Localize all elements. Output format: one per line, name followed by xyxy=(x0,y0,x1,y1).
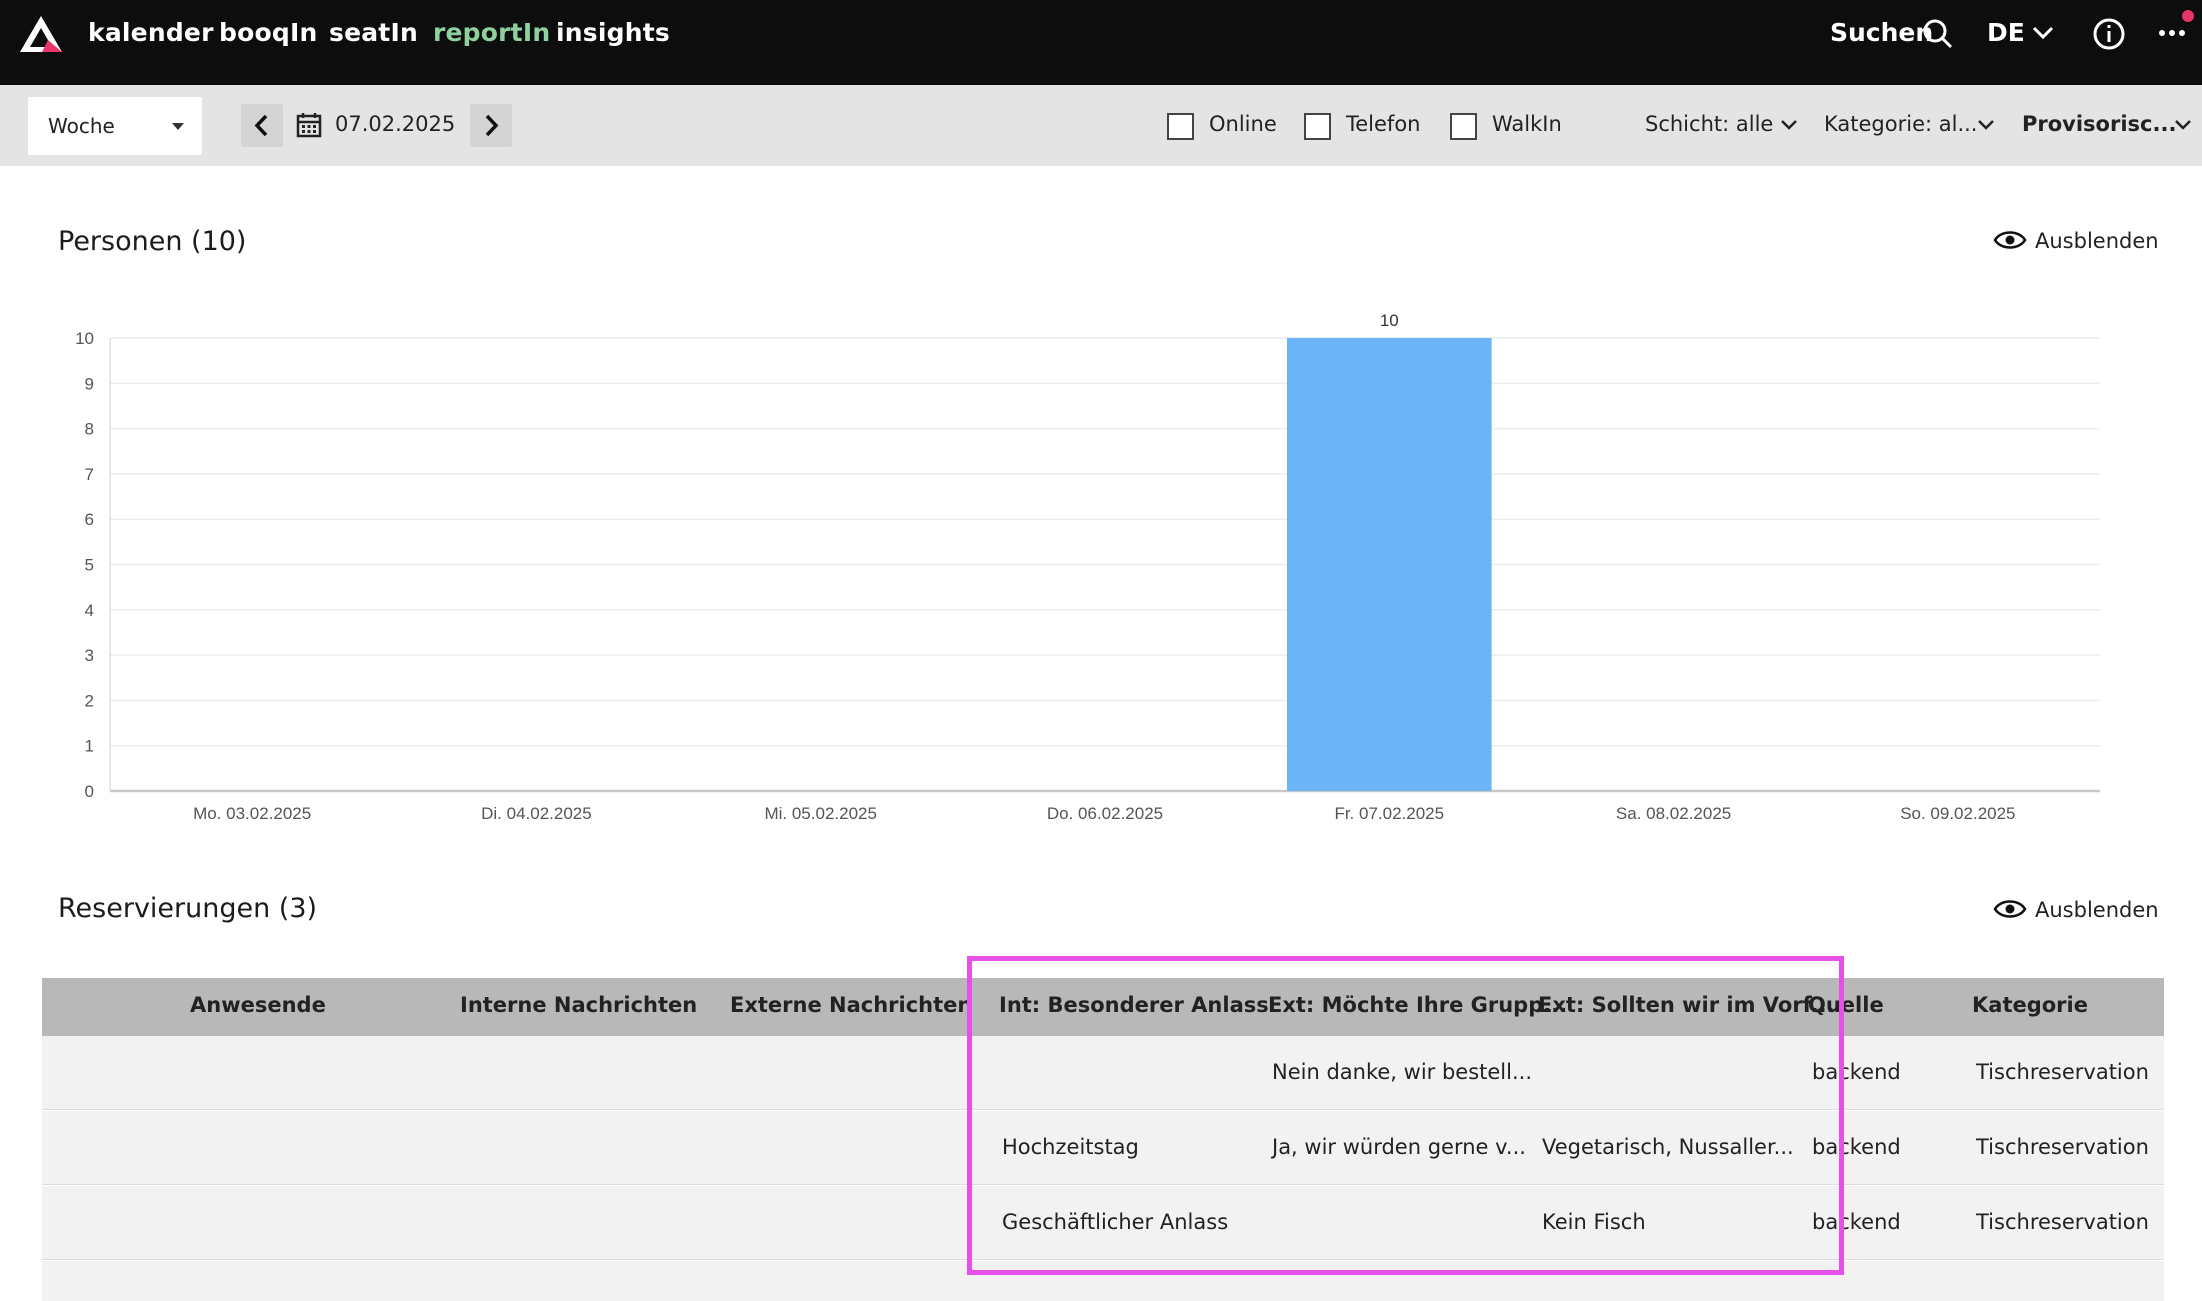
info-icon[interactable] xyxy=(2092,17,2126,51)
period-select[interactable]: Woche xyxy=(28,97,202,155)
y-tick-label: 9 xyxy=(85,374,94,393)
column-header-category[interactable]: Kategorie xyxy=(1972,993,2088,1017)
x-tick-label: Mi. 05.02.2025 xyxy=(764,804,876,823)
chevron-down-icon[interactable] xyxy=(2174,119,2192,131)
y-tick-label: 3 xyxy=(85,646,94,665)
column-header-internal-messages[interactable]: Interne Nachrichten xyxy=(460,993,697,1017)
telefon-checkbox[interactable] xyxy=(1304,113,1331,140)
column-header-anwesende[interactable]: Anwesende xyxy=(190,993,326,1017)
eye-icon[interactable] xyxy=(1993,897,2027,921)
y-tick-label: 1 xyxy=(85,737,94,756)
category-filter[interactable]: Kategorie: al... xyxy=(1824,112,1977,136)
chevron-down-icon[interactable] xyxy=(2032,26,2054,40)
current-date[interactable]: 07.02.2025 xyxy=(335,112,455,136)
status-filter[interactable]: Provisorisc... xyxy=(2022,112,2176,136)
next-period-button[interactable] xyxy=(470,104,512,147)
language-selector[interactable]: DE xyxy=(1987,18,2025,47)
x-tick-label: So. 09.02.2025 xyxy=(1900,804,2015,823)
filter-toolbar: Woche 07.02.2025 Online Telefon WalkIn S… xyxy=(0,85,2202,166)
x-tick-label: Do. 06.02.2025 xyxy=(1047,804,1163,823)
more-menu-icon[interactable] xyxy=(2156,8,2196,44)
chevron-down-icon[interactable] xyxy=(1977,119,1995,131)
nav-booqin[interactable]: booqIn xyxy=(219,18,317,47)
nav-seatin[interactable]: seatIn xyxy=(329,18,418,47)
table-cell: Tischreservation xyxy=(1976,1135,2149,1159)
x-tick-label: Sa. 08.02.2025 xyxy=(1616,804,1731,823)
table-cell: Tischreservation xyxy=(1976,1210,2149,1234)
period-select-value: Woche xyxy=(48,114,115,138)
x-tick-label: Di. 04.02.2025 xyxy=(481,804,592,823)
reservations-hide-button[interactable]: Ausblenden xyxy=(2035,898,2159,922)
y-tick-label: 5 xyxy=(85,556,94,575)
chevron-right-icon xyxy=(485,114,499,137)
x-tick-label: Mo. 03.02.2025 xyxy=(193,804,311,823)
y-tick-label: 4 xyxy=(85,601,94,620)
data-label: 10 xyxy=(1380,311,1399,330)
nav-kalender[interactable]: kalender xyxy=(88,18,214,47)
nav-reportin[interactable]: reportIn xyxy=(433,18,550,47)
previous-period-button[interactable] xyxy=(241,104,283,147)
persons-bar-chart: 0 1 2 3 4 5 6 7 8 9 10 Mo. 03.02.2025 Di. 04.02.2025… xyxy=(75,311,2100,823)
y-tick-label: 2 xyxy=(85,691,94,710)
app-logo-icon[interactable] xyxy=(18,14,64,54)
telefon-checkbox-label: Telefon xyxy=(1346,112,1421,136)
y-tick-label: 0 xyxy=(85,782,94,801)
y-tick-label: 7 xyxy=(85,465,94,484)
y-tick-label: 8 xyxy=(85,420,94,439)
y-tick-label: 6 xyxy=(85,510,94,529)
column-header-external-messages[interactable]: Externe Nachrichten xyxy=(730,993,972,1017)
search-icon[interactable] xyxy=(1922,18,1954,50)
shift-filter[interactable]: Schicht: alle xyxy=(1645,112,1773,136)
reservations-section-title: Reservierungen (3) xyxy=(58,893,318,924)
online-checkbox[interactable] xyxy=(1167,113,1194,140)
x-tick-label: Fr. 07.02.2025 xyxy=(1334,804,1444,823)
chevron-down-icon[interactable] xyxy=(1780,119,1798,131)
online-checkbox-label: Online xyxy=(1209,112,1277,136)
caret-down-icon xyxy=(172,123,184,130)
calendar-icon[interactable] xyxy=(296,112,322,138)
walkin-checkbox-label: WalkIn xyxy=(1492,112,1562,136)
search-label[interactable]: Suchen xyxy=(1830,18,1933,47)
persons-hide-button[interactable]: Ausblenden xyxy=(2035,229,2159,253)
persons-section-title: Personen (10) xyxy=(58,226,247,257)
table-cell: Tischreservation xyxy=(1976,1060,2149,1084)
top-navigation-bar: kalender booqIn seatIn reportIn insights… xyxy=(0,0,2202,85)
walkin-checkbox[interactable] xyxy=(1450,113,1477,140)
highlight-annotation xyxy=(967,956,1844,1275)
nav-insights[interactable]: insights xyxy=(556,18,670,47)
chevron-left-icon xyxy=(254,114,268,137)
bar xyxy=(1286,338,1492,791)
y-tick-label: 10 xyxy=(75,329,94,348)
eye-icon[interactable] xyxy=(1993,228,2027,252)
